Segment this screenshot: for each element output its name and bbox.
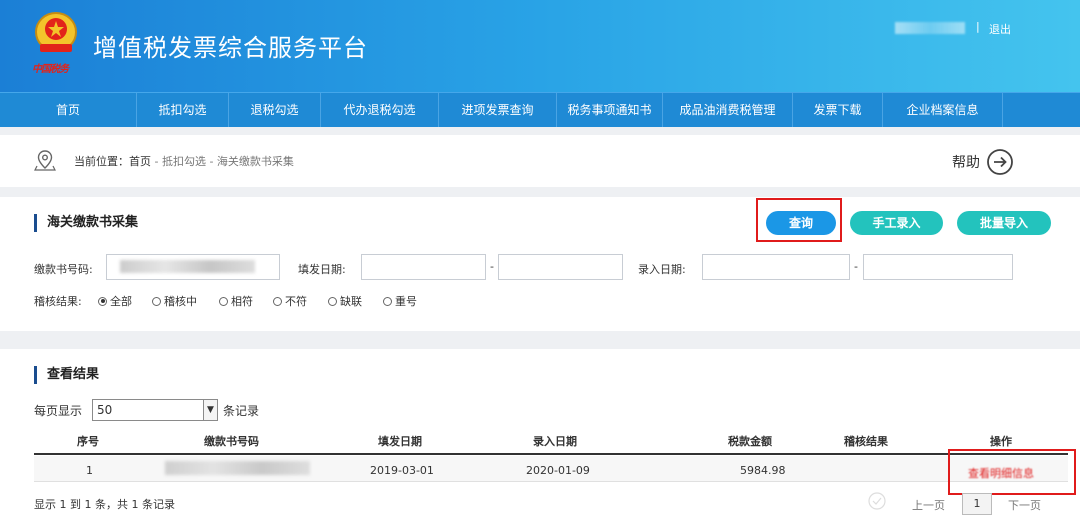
emblem-caption: 中国税务 [32, 64, 69, 75]
breadcrumb-prefix: 当前位置： [74, 155, 129, 168]
nav-item-refund-select[interactable]: 退税勾选 [229, 93, 321, 127]
issue-date-end-input[interactable] [498, 254, 623, 280]
check-result-label: 稽核结果: [34, 295, 82, 308]
cell-issue-date: 2019-03-01 [370, 464, 434, 477]
breadcrumb-path: - 抵扣勾选 - 海关缴款书采集 [151, 155, 294, 168]
column-header-issue-date: 填发日期 [378, 435, 422, 448]
column-header-check-result: 稽核结果 [844, 435, 888, 448]
highlight-box [948, 449, 1076, 495]
radio-unchecked-icon [273, 296, 282, 306]
nav-item-tax-notice[interactable]: 税务事项通知书 [557, 93, 663, 127]
check-option-match[interactable]: 相符 [219, 293, 253, 309]
check-option-all[interactable]: 全部 [98, 293, 132, 309]
entry-date-end-input[interactable] [863, 254, 1013, 280]
cell-payment-no-redacted [165, 461, 310, 475]
column-header-tax-amount: 税款金额 [728, 435, 772, 448]
help-button[interactable]: 帮助 [952, 148, 1014, 176]
national-emblem-icon [35, 12, 77, 52]
check-option-checking[interactable]: 稽核中 [152, 293, 197, 309]
entry-date-start-input[interactable] [702, 254, 850, 280]
results-title: 查看结果 [34, 366, 99, 384]
help-label: 帮助 [952, 155, 980, 171]
section-title: 海关缴款书采集 [34, 214, 138, 232]
payment-no-value-redacted [120, 260, 255, 273]
page-size-select[interactable]: 50 ▼ [92, 399, 218, 421]
column-header-payment-no: 缴款书号码 [204, 435, 259, 448]
nav-item-company-profile[interactable]: 企业档案信息 [883, 93, 1003, 127]
issue-date-start-input[interactable] [361, 254, 486, 280]
nav-item-home[interactable]: 首页 [0, 93, 137, 127]
cell-tax-amount: 5984.98 [740, 464, 786, 477]
nav-item-invoice-download[interactable]: 发票下载 [793, 93, 883, 127]
batch-import-button[interactable]: 批量导入 [957, 211, 1051, 235]
location-icon [34, 150, 56, 171]
header-separator: | [976, 20, 980, 33]
entry-date-separator: - [854, 260, 858, 273]
username-redacted [895, 22, 965, 34]
page-number-button[interactable]: 1 [962, 493, 992, 515]
results-panel: 查看结果 每页显示 50 ▼ 条记录 序号 缴款书号码 填发日期 录入日期 税款… [0, 349, 1080, 529]
check-option-mismatch[interactable]: 不符 [273, 293, 307, 309]
check-option-duplicate[interactable]: 重号 [383, 293, 417, 309]
radio-unchecked-icon [383, 296, 392, 306]
manual-entry-button[interactable]: 手工录入 [850, 211, 943, 235]
breadcrumb-text: 当前位置：首页 - 抵扣勾选 - 海关缴款书采集 [74, 153, 294, 169]
radio-checked-icon [98, 296, 107, 306]
search-panel: 海关缴款书采集 查询 手工录入 批量导入 缴款书号码: 填发日期: - 录入日期… [0, 197, 1080, 331]
prev-page-button[interactable]: 上一页 [912, 497, 945, 513]
records-label: 条记录 [223, 404, 260, 418]
watermark-icon [868, 492, 886, 510]
issue-date-separator: - [490, 260, 494, 273]
chevron-down-icon: ▼ [203, 400, 217, 420]
site-header: 中国税务 增值税发票综合服务平台 | 退出 [0, 0, 1080, 92]
check-option-missing[interactable]: 缺联 [328, 293, 362, 309]
breadcrumb-home[interactable]: 首页 [129, 155, 151, 168]
radio-unchecked-icon [219, 296, 228, 306]
nav-item-oil-consumption-tax[interactable]: 成品油消费税管理 [663, 93, 793, 127]
breadcrumb: 当前位置：首页 - 抵扣勾选 - 海关缴款书采集 帮助 [0, 135, 1080, 187]
page-size-label: 每页显示 [34, 404, 83, 418]
nav-item-deduction-select[interactable]: 抵扣勾选 [137, 93, 229, 127]
pagination-summary: 显示 1 到 1 条，共 1 条记录 [34, 498, 175, 511]
issue-date-label: 填发日期: [298, 263, 346, 276]
table-header-divider [34, 453, 1068, 455]
entry-date-label: 录入日期: [638, 263, 686, 276]
column-header-operation: 操作 [990, 435, 1012, 448]
radio-unchecked-icon [152, 296, 161, 306]
cell-entry-date: 2020-01-09 [526, 464, 590, 477]
payment-no-label: 缴款书号码: [34, 263, 93, 276]
nav-item-input-invoice-query[interactable]: 进项发票查询 [439, 93, 557, 127]
site-title: 增值税发票综合服务平台 [93, 34, 368, 62]
arrow-right-circle-icon [987, 149, 1013, 175]
column-header-index: 序号 [77, 435, 99, 448]
page-size-value: 50 [97, 403, 113, 417]
next-page-button[interactable]: 下一页 [1008, 497, 1041, 513]
main-nav: 首页 抵扣勾选 退税勾选 代办退税勾选 进项发票查询 税务事项通知书 成品油消费… [0, 92, 1080, 127]
highlight-box [756, 198, 842, 242]
cell-index: 1 [86, 464, 93, 477]
column-header-entry-date: 录入日期 [533, 435, 577, 448]
logout-link[interactable]: 退出 [989, 21, 1011, 37]
radio-unchecked-icon [328, 296, 337, 306]
nav-item-agent-refund-select[interactable]: 代办退税勾选 [321, 93, 439, 127]
